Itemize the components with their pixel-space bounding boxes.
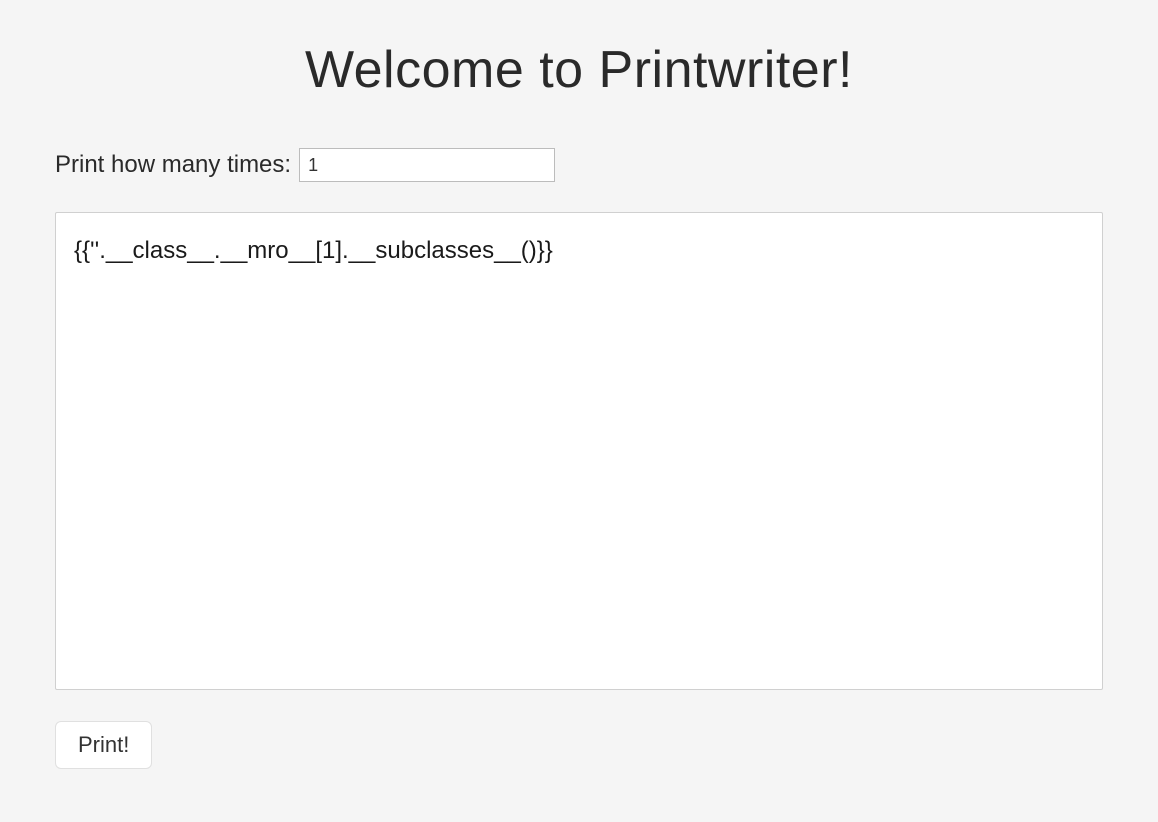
content-textarea[interactable] xyxy=(55,212,1103,690)
textarea-wrapper xyxy=(55,212,1103,695)
print-button[interactable]: Print! xyxy=(55,721,152,769)
count-input[interactable] xyxy=(299,148,555,182)
count-row: Print how many times: xyxy=(55,148,1103,182)
page-title: Welcome to Printwriter! xyxy=(55,40,1103,100)
count-label: Print how many times: xyxy=(55,151,291,179)
main-container: Welcome to Printwriter! Print how many t… xyxy=(0,0,1158,809)
